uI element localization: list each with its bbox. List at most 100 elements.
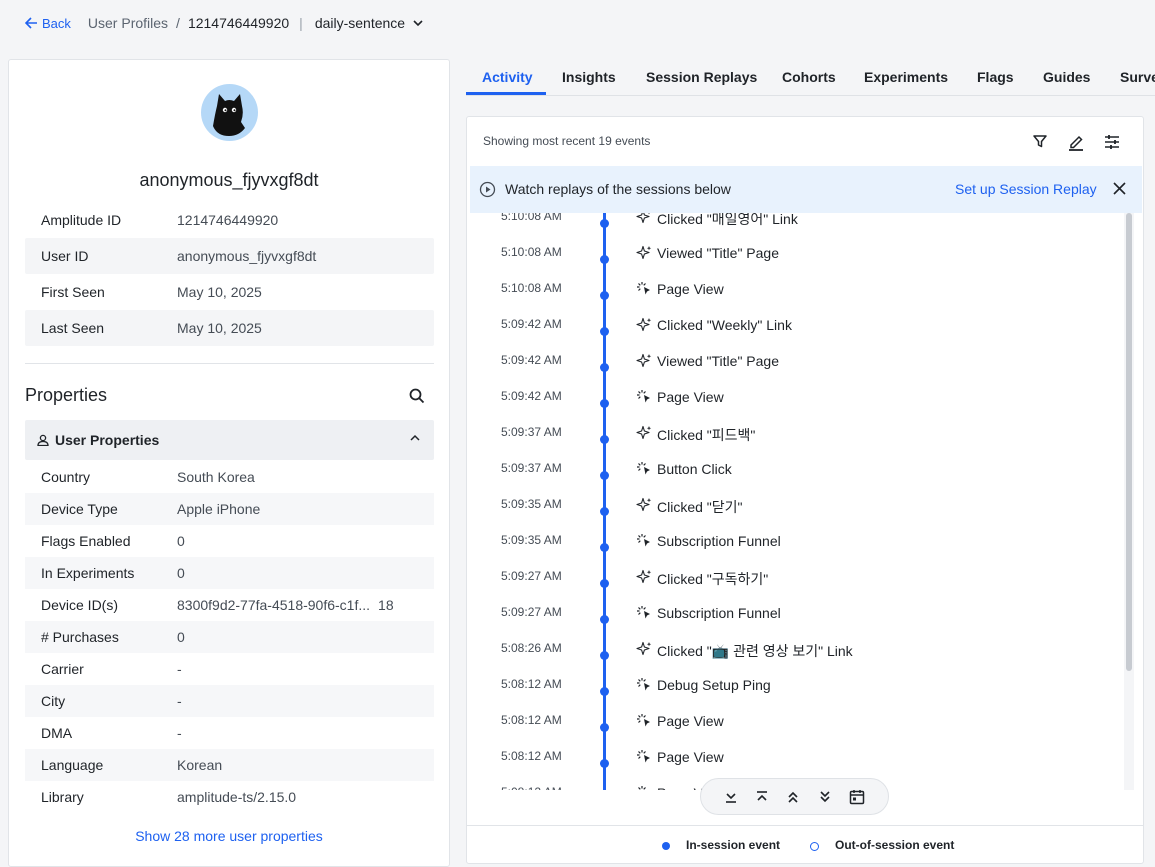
event-time: 5:09:42 AM [501,353,562,367]
event-row[interactable]: 5:08:12 AM Page View [467,713,1135,749]
event-row[interactable]: 5:10:08 AM Clicked "매일영어" Link [467,213,1135,245]
event-time: 5:08:12 AM [501,677,562,691]
chevrons-up-icon[interactable] [786,790,800,804]
filter-icon[interactable] [1032,133,1048,152]
search-icon[interactable] [409,388,425,407]
event-row[interactable]: 5:09:37 AM Button Click [467,461,1135,497]
event-time: 5:10:08 AM [501,245,562,259]
identity-row-last-seen: Last Seen May 10, 2025 [25,310,434,346]
breadcrumb-user-id: 1214746449920 [187,15,290,31]
in-session-dot-icon [600,291,609,300]
event-row[interactable]: 5:09:27 AM Clicked "구독하기" [467,569,1135,605]
property-row: In Experiments 0 [25,557,434,589]
in-session-dot-icon [600,723,609,732]
events-count-label: Showing most recent 19 events [483,134,651,148]
chevron-down-icon [413,19,423,26]
chevrons-down-icon[interactable] [818,790,832,804]
in-session-dot-icon [600,759,609,768]
event-row[interactable]: 5:08:12 AM Debug Setup Ping [467,677,1135,713]
event-row[interactable]: 5:09:42 AM Clicked "Weekly" Link [467,317,1135,353]
tab-activity[interactable]: Activity [482,69,533,85]
jump-to-bottom-icon[interactable] [724,790,738,804]
tab-cohorts[interactable]: Cohorts [782,69,836,85]
event-row[interactable]: 5:09:42 AM Page View [467,389,1135,425]
event-timeline: 5:10:08 AM Clicked "매일영어" Link 5:10:08 AM V… [467,213,1135,790]
event-name: Clicked "닫기" [657,499,743,515]
property-value: Korean [177,757,223,773]
in-session-dot-icon [600,507,609,516]
property-value: 8300f9d2-77fa-4518-90f6-c1f... [177,597,371,613]
property-key: Library [41,789,84,805]
tab-insights[interactable]: Insights [562,69,616,85]
event-row[interactable]: 5:09:35 AM Clicked "닫기" [467,497,1135,533]
tab-surveys[interactable]: Surveys [1120,69,1155,85]
scrollbar-thumb[interactable] [1126,213,1132,671]
chevron-up-icon [410,434,420,441]
user-profile-panel: anonymous_fjyvxgf8dt Amplitude ID 121474… [8,59,450,867]
property-row: Device Type Apple iPhone [25,493,434,525]
breadcrumb-separator: / [176,15,180,31]
tab-guides[interactable]: Guides [1043,69,1090,85]
event-row[interactable]: 5:10:08 AM Viewed "Title" Page [467,245,1135,281]
event-name: Clicked "피드백" [657,427,756,443]
calendar-icon[interactable] [849,789,865,805]
event-time: 5:09:37 AM [501,425,562,439]
event-time: 5:09:35 AM [501,497,562,511]
back-button[interactable]: Back [25,16,71,31]
breadcrumb-user-profiles[interactable]: User Profiles [88,15,168,31]
device-id-count[interactable]: 18 [378,597,394,613]
setup-session-replay-link[interactable]: Set up Session Replay [955,181,1097,197]
in-session-dot-icon [600,363,609,372]
scrollbar[interactable] [1124,213,1134,790]
project-name: daily-sentence [314,15,406,31]
property-key: Flags Enabled [41,533,131,549]
tab-session-replays[interactable]: Session Replays [646,69,757,85]
property-value: Apple iPhone [177,501,261,517]
identity-value: May 10, 2025 [177,284,262,300]
sparkle-icon [636,497,652,516]
identity-key: User ID [41,248,89,264]
tab-flags[interactable]: Flags [977,69,1014,85]
event-name: Clicked "구독하기" [657,571,769,587]
in-session-dot-icon [600,327,609,336]
event-name: Clicked "매일영어" Link [657,213,798,227]
project-selector[interactable]: daily-sentence [315,15,423,31]
cursor-click-icon [636,461,652,480]
event-row[interactable]: 5:09:27 AM Subscription Funnel [467,605,1135,641]
sparkle-icon [636,425,652,444]
show-more-properties-link[interactable]: Show 28 more user properties [9,828,449,844]
cursor-click-icon [636,605,652,624]
identity-row-amplitude-id: Amplitude ID 1214746449920 [25,202,434,238]
breadcrumb-pipe: | [299,15,303,31]
event-name: Page View [657,749,724,765]
event-time: 5:08:12 AM [501,785,562,790]
highlight-pen-icon[interactable] [1067,133,1085,154]
property-key: Language [41,757,104,773]
event-time: 5:09:37 AM [501,461,562,475]
event-row[interactable]: 5:09:35 AM Subscription Funnel [467,533,1135,569]
close-icon[interactable] [1113,182,1126,198]
event-time: 5:08:12 AM [501,749,562,763]
event-time: 5:10:08 AM [501,281,562,295]
identity-row-first-seen: First Seen May 10, 2025 [25,274,434,310]
property-key: # Purchases [41,629,119,645]
identity-row-user-id: User ID anonymous_fjyvxgf8dt [25,238,434,274]
event-time: 5:09:42 AM [501,389,562,403]
event-legend: In-session event Out-of-session event [467,825,1143,863]
divider [25,363,434,364]
in-session-dot-icon [600,399,609,408]
event-time: 5:09:27 AM [501,569,562,583]
user-properties-toggle[interactable]: User Properties [25,420,434,460]
event-name: Page View [657,281,724,297]
person-icon [37,434,49,446]
settings-sliders-icon[interactable] [1103,133,1121,154]
event-row[interactable]: 5:09:37 AM Clicked "피드백" [467,425,1135,461]
cursor-click-icon [636,677,652,696]
tab-experiments[interactable]: Experiments [864,69,948,85]
jump-to-top-icon[interactable] [755,790,769,804]
property-row: Language Korean [25,749,434,781]
event-name: Debug Setup Ping [657,677,771,693]
event-row[interactable]: 5:08:26 AM Clicked "📺 관련 영상 보기" Link [467,641,1135,677]
event-row[interactable]: 5:09:42 AM Viewed "Title" Page [467,353,1135,389]
event-row[interactable]: 5:10:08 AM Page View [467,281,1135,317]
